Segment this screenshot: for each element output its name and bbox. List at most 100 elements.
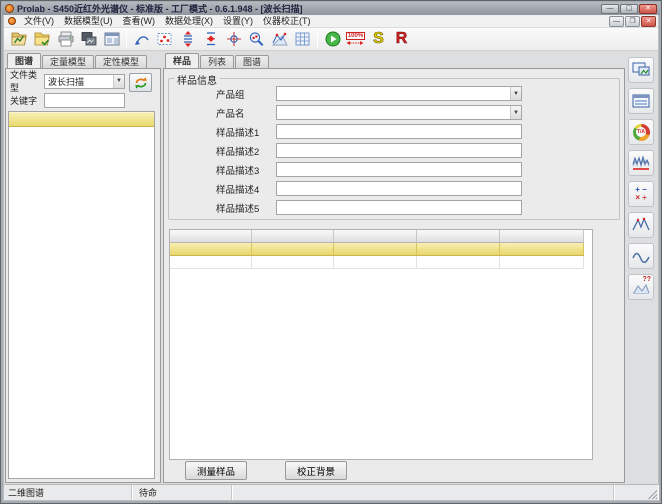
math-operations-button[interactable]: + − × ÷ xyxy=(628,181,654,207)
print-button[interactable] xyxy=(54,29,77,50)
sample-description-4-input[interactable] xyxy=(276,181,522,196)
peaks-icon xyxy=(631,217,651,233)
calibrate-background-button[interactable]: 校正背景 xyxy=(285,461,347,480)
table-cell[interactable] xyxy=(334,243,417,256)
save-folder-button[interactable] xyxy=(31,29,54,50)
table-cell[interactable] xyxy=(417,243,500,256)
reference-icon: R xyxy=(396,31,408,47)
grid-icon xyxy=(294,31,312,47)
resize-grip[interactable] xyxy=(648,490,657,499)
sample-info-fields: 产品组 ▼ 产品名 ▼ xyxy=(169,84,619,217)
menu-settings[interactable]: 设置(Y) xyxy=(218,15,258,27)
math-ops-icon: + − × ÷ xyxy=(635,186,647,202)
peaks-button[interactable] xyxy=(628,212,654,238)
left-tabstrip: 图谱 定量模型 定性模型 xyxy=(7,53,148,68)
mdi-restore-button[interactable]: ❐ xyxy=(625,16,640,27)
table-header-cell[interactable] xyxy=(252,230,334,243)
chevron-down-icon[interactable]: ▼ xyxy=(510,87,521,100)
export-image-button[interactable] xyxy=(77,29,100,50)
table-cell[interactable] xyxy=(500,256,584,269)
list-view-button[interactable] xyxy=(628,88,654,114)
ta-toggle-button[interactable]: T/A xyxy=(628,119,654,145)
file-type-value: 波长扫描 xyxy=(45,75,113,88)
sample-description-5-input[interactable] xyxy=(276,200,522,215)
identify-unknown-icon: ?? xyxy=(631,278,651,296)
tab-quantitative-model[interactable]: 定量模型 xyxy=(42,55,94,68)
spectra-file-list[interactable] xyxy=(8,111,155,479)
standard-button[interactable]: S xyxy=(367,29,390,50)
sample-description-3-label: 样品描述3 xyxy=(216,163,276,177)
tab-sample[interactable]: 样品 xyxy=(165,53,199,68)
menu-instrument-calibration[interactable]: 仪器校正(T) xyxy=(258,15,316,27)
mdi-close-button[interactable]: ✕ xyxy=(641,16,656,27)
sample-description-2-label: 样品描述2 xyxy=(216,144,276,158)
title-bar: Prolab - S450近红外光谱仪 - 标准版 - 工厂模式 - 0.6.1… xyxy=(2,2,660,15)
reset-zoom-button[interactable] xyxy=(130,29,153,50)
keyword-input[interactable] xyxy=(44,93,125,108)
table-header-cell[interactable] xyxy=(334,230,417,243)
table-cell[interactable] xyxy=(170,256,252,269)
product-name-combo[interactable]: ▼ xyxy=(276,105,522,120)
maximize-button[interactable]: ▢ xyxy=(620,4,638,14)
curve-arrow-icon xyxy=(133,31,151,47)
product-group-combo[interactable]: ▼ xyxy=(276,86,522,101)
identify-unknown-button[interactable]: ?? xyxy=(628,274,654,300)
sample-description-4-label: 样品描述4 xyxy=(216,182,276,196)
table-cell[interactable] xyxy=(170,243,252,256)
table-cell[interactable] xyxy=(500,243,584,256)
zoom-100-button[interactable]: 100% xyxy=(344,29,367,50)
table-header-row xyxy=(170,230,592,243)
baseline-button[interactable] xyxy=(628,150,654,176)
peak-area-button[interactable] xyxy=(268,29,291,50)
app-icon xyxy=(5,4,14,13)
table-header-cell[interactable] xyxy=(500,230,584,243)
menu-data-processing[interactable]: 数据处理(X) xyxy=(160,15,218,27)
table-header-cell[interactable] xyxy=(170,230,252,243)
field-row-product-group: 产品组 ▼ xyxy=(169,84,619,103)
table-row-selected[interactable] xyxy=(170,243,592,256)
scale-segment-button[interactable] xyxy=(199,29,222,50)
file-type-combo[interactable]: 波长扫描 ▼ xyxy=(44,74,125,89)
table-cell[interactable] xyxy=(417,256,500,269)
sample-description-2-input[interactable] xyxy=(276,143,522,158)
smooth-curve-button[interactable] xyxy=(628,243,654,269)
report-button[interactable] xyxy=(100,29,123,50)
mdi-minimize-button[interactable]: — xyxy=(609,16,624,27)
grid-button[interactable] xyxy=(291,29,314,50)
table-cell[interactable] xyxy=(334,256,417,269)
menu-data-model[interactable]: 数据模型(U) xyxy=(59,15,118,27)
menu-file[interactable]: 文件(V) xyxy=(19,15,59,27)
crosshair-button[interactable] xyxy=(222,29,245,50)
measure-sample-button[interactable]: 测量样品 xyxy=(185,461,247,480)
start-scan-button[interactable] xyxy=(321,29,344,50)
refresh-list-button[interactable] xyxy=(129,73,152,92)
math-ops-row2: × ÷ xyxy=(635,194,647,202)
table-row[interactable] xyxy=(170,256,592,269)
tab-spectra[interactable]: 图谱 xyxy=(7,53,41,68)
tab-qualitative-model[interactable]: 定性模型 xyxy=(95,55,147,68)
minimize-button[interactable]: — xyxy=(601,4,619,14)
menu-view[interactable]: 查看(W) xyxy=(118,15,161,27)
table-cell[interactable] xyxy=(252,256,334,269)
toolbar-separator xyxy=(126,31,127,48)
menu-bar: 文件(V) 数据模型(U) 查看(W) 数据处理(X) 设置(Y) 仪器校正(T… xyxy=(4,15,658,28)
select-points-button[interactable] xyxy=(153,29,176,50)
open-spectrum-button[interactable] xyxy=(8,29,31,50)
tab-list[interactable]: 列表 xyxy=(200,55,234,68)
chevron-down-icon[interactable]: ▼ xyxy=(510,106,521,119)
field-row-description-5: 样品描述5 xyxy=(169,198,619,217)
window-title: Prolab - S450近红外光谱仪 - 标准版 - 工厂模式 - 0.6.1… xyxy=(17,2,597,15)
tab-spectrum[interactable]: 图谱 xyxy=(235,55,269,68)
results-table[interactable] xyxy=(169,229,593,460)
selected-list-item[interactable] xyxy=(9,112,154,127)
sample-description-1-input[interactable] xyxy=(276,124,522,139)
chevron-down-icon[interactable]: ▼ xyxy=(113,75,124,88)
close-button[interactable]: ✕ xyxy=(639,4,657,14)
spectra-display-button[interactable] xyxy=(628,57,654,83)
sample-description-3-input[interactable] xyxy=(276,162,522,177)
full-scale-y-button[interactable] xyxy=(176,29,199,50)
table-cell[interactable] xyxy=(252,243,334,256)
table-header-cell[interactable] xyxy=(417,230,500,243)
reference-button[interactable]: R xyxy=(390,29,413,50)
zoom-points-button[interactable] xyxy=(245,29,268,50)
